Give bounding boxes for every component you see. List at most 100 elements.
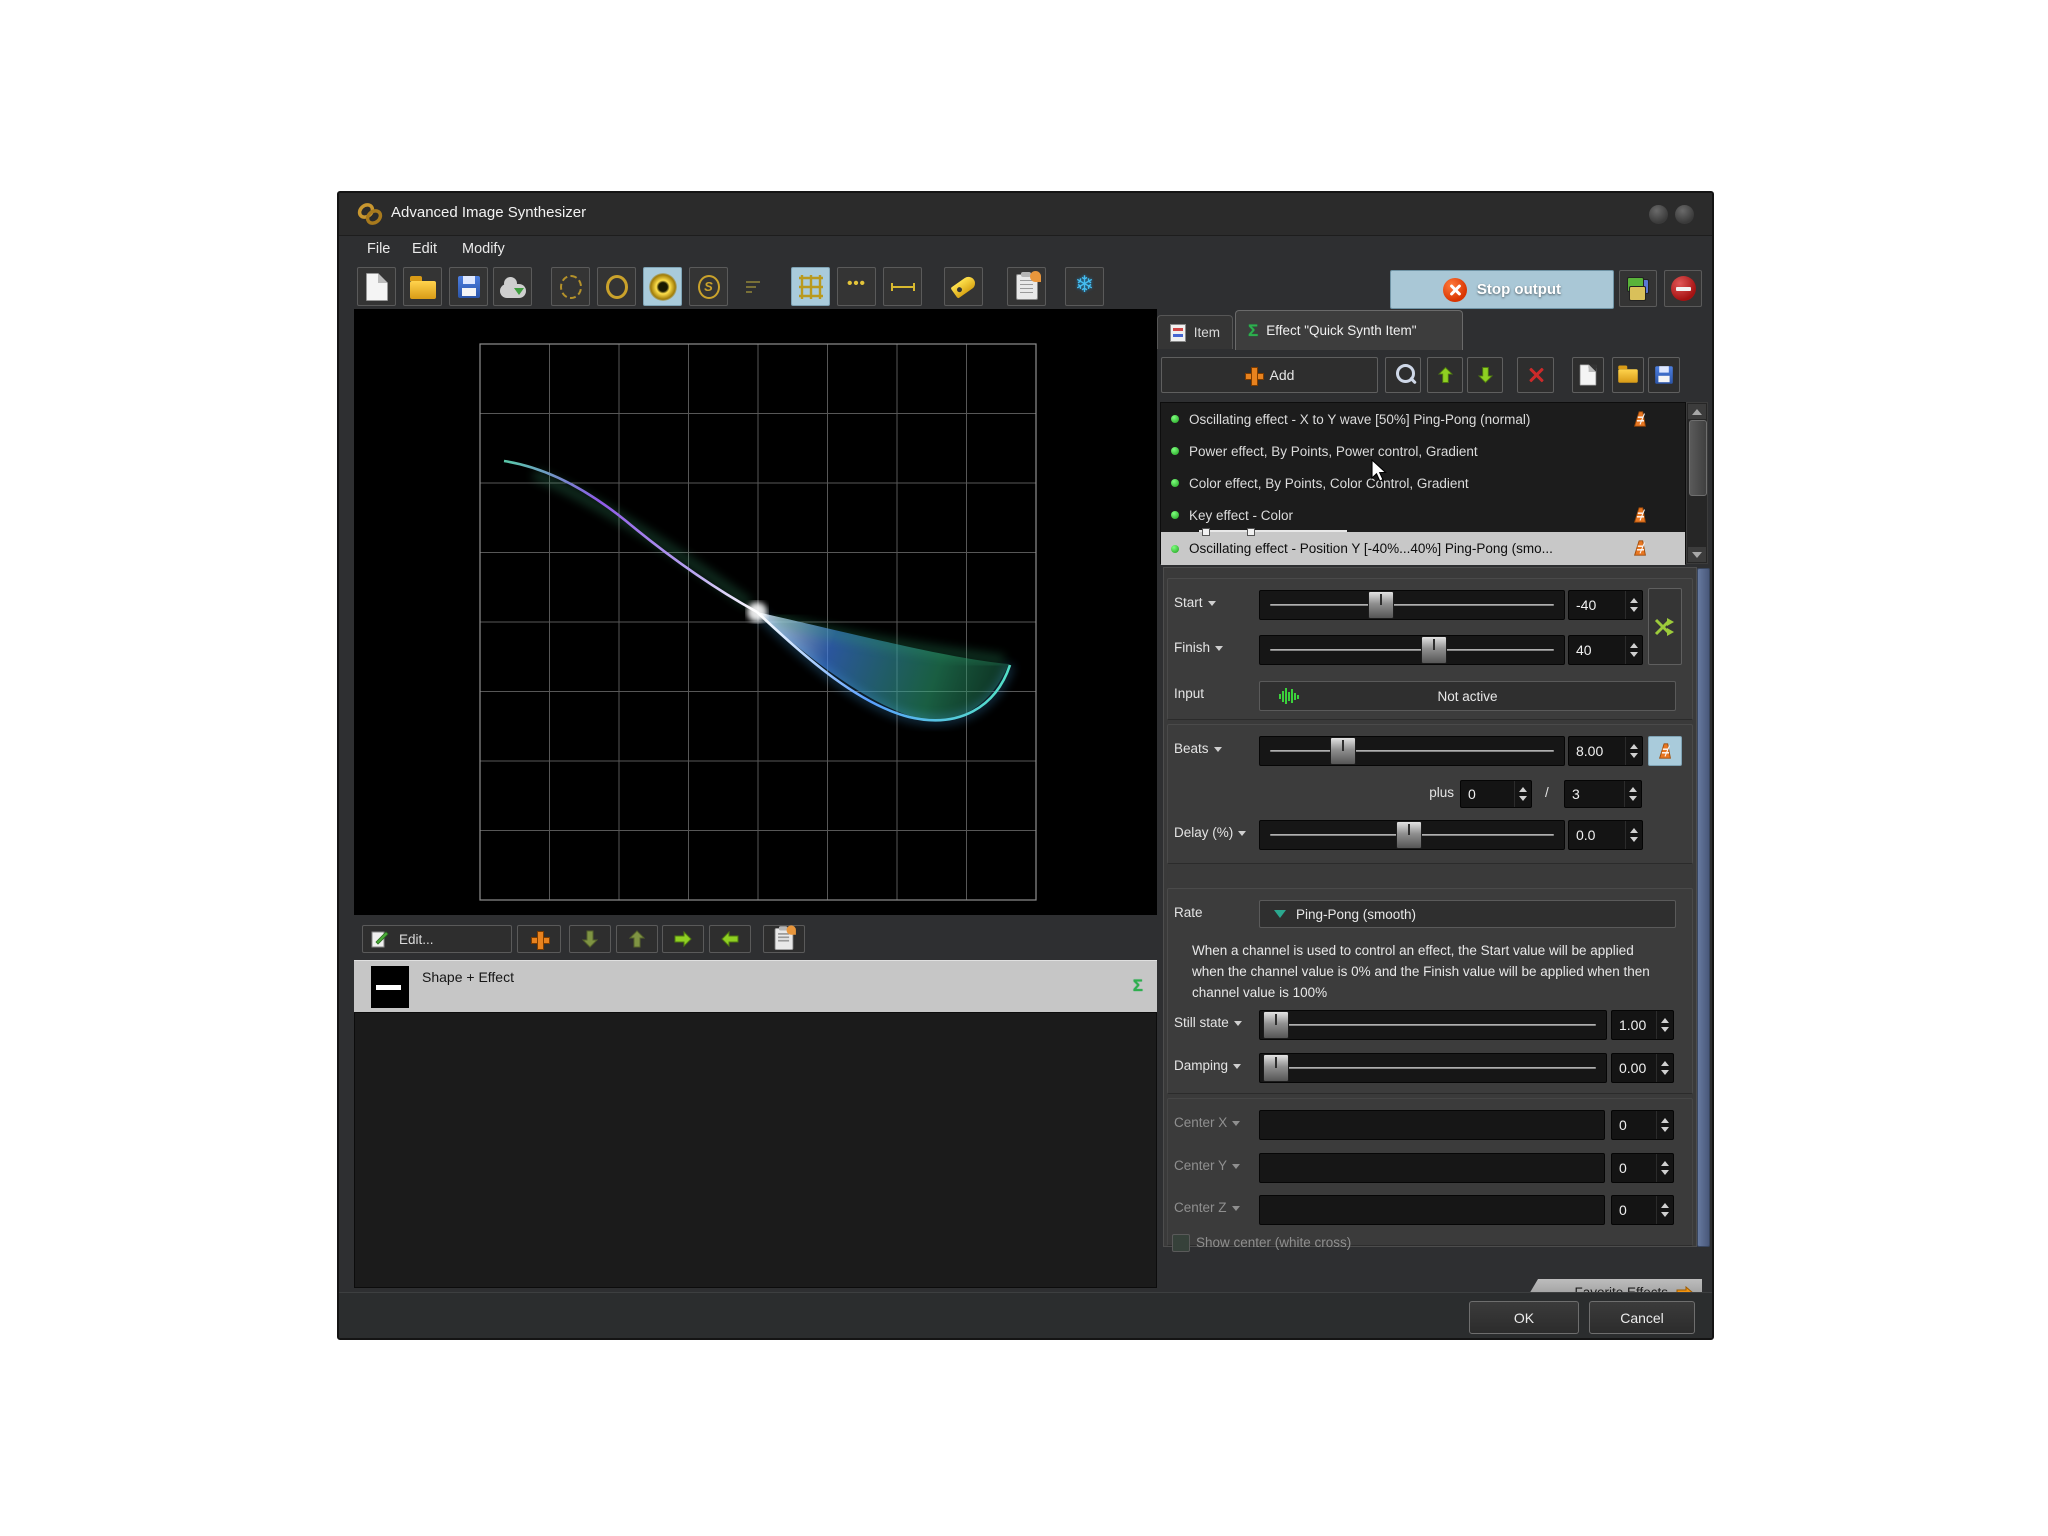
center-z-value-box[interactable]: 0 (1611, 1195, 1674, 1225)
center-x-spinner[interactable] (1656, 1111, 1673, 1139)
new-effect-list-button[interactable] (1572, 357, 1604, 393)
cloud-button[interactable] (493, 267, 532, 306)
beats-spinner[interactable] (1625, 737, 1642, 765)
finish-value-box[interactable]: 40 (1568, 635, 1643, 665)
delay-value-box[interactable]: 0.0 (1568, 820, 1643, 850)
effect-row[interactable]: Key effect - Color (1161, 499, 1685, 531)
scroll-down-button[interactable] (1688, 547, 1706, 562)
still-state-value-box[interactable]: 1.00 (1611, 1010, 1674, 1040)
damping-spinner[interactable] (1656, 1054, 1673, 1082)
laser-preview[interactable] (354, 309, 1157, 915)
freeze-button[interactable]: ❄ (1065, 267, 1104, 306)
finish-slider-thumb[interactable] (1421, 636, 1447, 664)
list-tool-button[interactable] (733, 267, 772, 306)
tab-effect[interactable]: Σ Effect "Quick Synth Item" (1235, 310, 1463, 350)
dashed-circle-tool-button[interactable] (551, 267, 590, 306)
delay-slider-thumb[interactable] (1396, 821, 1422, 849)
dots-tool-button[interactable]: ••• (837, 267, 876, 306)
damping-value-box[interactable]: 0.00 (1611, 1053, 1674, 1083)
effect-row[interactable]: Color effect, By Points, Color Control, … (1161, 467, 1685, 499)
plus-spinner[interactable] (1514, 781, 1531, 807)
still-state-slider[interactable] (1259, 1010, 1607, 1040)
center-y-slider[interactable] (1259, 1153, 1605, 1183)
sequence-list-empty[interactable] (354, 1012, 1157, 1288)
move-up-button[interactable] (616, 925, 658, 953)
menu-file[interactable]: File (361, 239, 396, 259)
swap-start-finish-button[interactable] (1648, 588, 1682, 665)
center-y-value-box[interactable]: 0 (1611, 1153, 1674, 1183)
add-shape-button[interactable] (517, 925, 561, 953)
start-dropdown[interactable]: Start (1174, 595, 1216, 610)
glow-circle-tool-button[interactable] (643, 267, 682, 306)
center-y-dropdown[interactable]: Center Y (1174, 1158, 1240, 1173)
start-slider[interactable] (1259, 590, 1565, 620)
center-y-spinner[interactable] (1656, 1154, 1673, 1182)
start-value-box[interactable]: -40 (1568, 590, 1643, 620)
move-down-button[interactable] (569, 925, 611, 953)
delay-slider[interactable] (1259, 820, 1565, 850)
open-button[interactable] (403, 267, 442, 306)
plus-value-box[interactable]: 0 (1460, 780, 1532, 808)
rate-dropdown[interactable]: Ping-Pong (smooth) (1259, 900, 1676, 928)
still-state-slider-thumb[interactable] (1263, 1011, 1289, 1039)
delay-spinner[interactable] (1625, 821, 1642, 849)
scroll-thumb[interactable] (1689, 420, 1707, 496)
grid-toggle-button[interactable] (791, 267, 830, 306)
effect-row[interactable]: Power effect, By Points, Power control, … (1161, 435, 1685, 467)
damping-slider[interactable] (1259, 1053, 1607, 1083)
range-handle[interactable] (1202, 528, 1210, 536)
finish-dropdown[interactable]: Finish (1174, 640, 1223, 655)
copy-frames-button[interactable] (1619, 270, 1657, 307)
tag-button[interactable] (944, 267, 983, 306)
center-z-dropdown[interactable]: Center Z (1174, 1200, 1240, 1215)
start-slider-thumb[interactable] (1368, 591, 1394, 619)
effect-move-down-button[interactable] (1467, 357, 1503, 393)
scroll-up-button[interactable] (1688, 404, 1706, 419)
add-effect-button[interactable]: Add (1161, 357, 1378, 393)
beats-slider[interactable] (1259, 736, 1565, 766)
save-effect-list-button[interactable] (1648, 357, 1680, 393)
input-not-active-button[interactable]: Not active (1259, 681, 1676, 711)
range-handle[interactable] (1247, 528, 1255, 536)
line-tool-button[interactable] (883, 267, 922, 306)
finish-slider[interactable] (1259, 635, 1565, 665)
effect-move-up-button[interactable] (1427, 357, 1463, 393)
circle-tool-button[interactable] (597, 267, 636, 306)
beats-metronome-button[interactable] (1648, 736, 1682, 766)
damping-dropdown[interactable]: Damping (1174, 1058, 1241, 1073)
divisor-value-box[interactable]: 3 (1564, 780, 1642, 808)
menu-edit[interactable]: Edit (406, 239, 443, 259)
stop-output-button[interactable]: Stop output (1390, 270, 1614, 309)
damping-slider-thumb[interactable] (1263, 1054, 1289, 1082)
still-state-dropdown[interactable]: Still state (1174, 1015, 1242, 1030)
effect-row[interactable]: Oscillating effect - X to Y wave [50%] P… (1161, 403, 1685, 435)
sequence-row-shape-effect[interactable]: Shape + Effect Σ (354, 960, 1157, 1013)
beats-value-box[interactable]: 8.00 (1568, 736, 1643, 766)
center-z-spinner[interactable] (1656, 1196, 1673, 1224)
spiral-tool-button[interactable]: S (689, 267, 728, 306)
still-state-spinner[interactable] (1656, 1011, 1673, 1039)
start-spinner[interactable] (1625, 591, 1642, 619)
properties-button[interactable] (1007, 267, 1046, 306)
edit-button[interactable]: Edit... (362, 925, 512, 953)
divisor-spinner[interactable] (1624, 781, 1641, 807)
cancel-button[interactable]: Cancel (1589, 1301, 1695, 1334)
beats-dropdown[interactable]: Beats (1174, 741, 1222, 756)
center-x-dropdown[interactable]: Center X (1174, 1115, 1240, 1130)
center-x-value-box[interactable]: 0 (1611, 1110, 1674, 1140)
window-control-icon[interactable] (1649, 205, 1668, 224)
beats-slider-thumb[interactable] (1330, 737, 1356, 765)
center-z-slider[interactable] (1259, 1195, 1605, 1225)
center-x-slider[interactable] (1259, 1110, 1605, 1140)
open-effect-list-button[interactable] (1612, 357, 1644, 393)
paste-button[interactable] (763, 925, 805, 953)
window-control-icon[interactable] (1675, 205, 1694, 224)
blackout-button[interactable] (1664, 270, 1702, 307)
delete-effect-button[interactable] (1517, 357, 1554, 393)
show-center-checkbox[interactable] (1172, 1234, 1190, 1252)
effect-list-scrollbar[interactable] (1686, 402, 1708, 564)
finish-spinner[interactable] (1625, 636, 1642, 664)
parameters-scrollbar[interactable] (1697, 568, 1710, 1247)
move-left-button[interactable] (709, 925, 751, 953)
delay-dropdown[interactable]: Delay (%) (1174, 825, 1246, 840)
